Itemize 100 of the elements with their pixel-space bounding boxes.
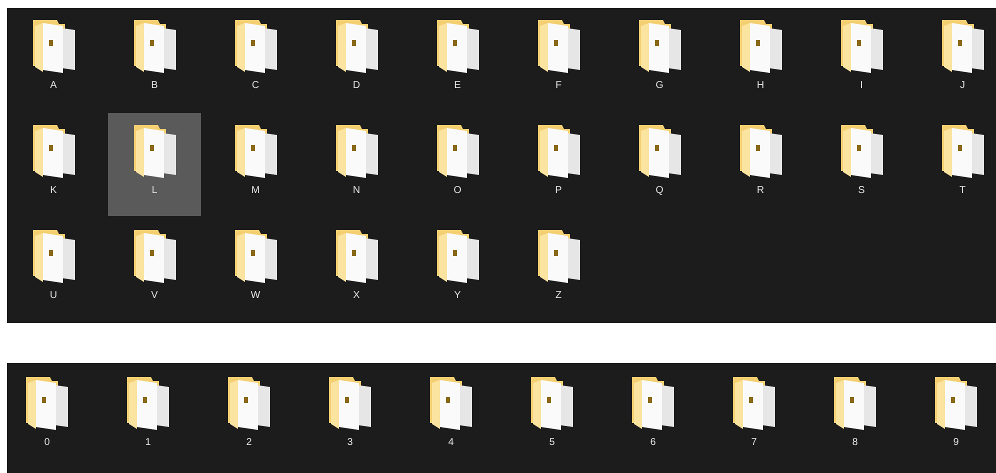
folder-icon xyxy=(334,228,380,284)
folder-item[interactable]: X xyxy=(310,218,403,321)
folder-name: Q xyxy=(656,185,664,197)
folder-name: 1 xyxy=(145,437,151,449)
folder-item[interactable]: 8 xyxy=(815,363,895,466)
folder-item[interactable]: A xyxy=(7,8,100,111)
folder-name: N xyxy=(352,185,360,197)
folder-icon xyxy=(838,18,884,74)
folder-name: Z xyxy=(555,290,562,302)
folder-name: K xyxy=(50,185,57,197)
folder-name: B xyxy=(151,80,158,92)
folder-item[interactable]: Y xyxy=(411,218,504,321)
folder-item[interactable]: R xyxy=(714,113,807,216)
folder-icon xyxy=(940,123,986,179)
folder-item[interactable]: K xyxy=(7,113,100,216)
folder-icon xyxy=(940,18,986,74)
folder-item[interactable]: M xyxy=(209,113,302,216)
folder-icon xyxy=(24,375,70,431)
folder-item[interactable]: 4 xyxy=(411,363,491,466)
folder-name: 9 xyxy=(953,437,959,449)
folder-name: Y xyxy=(454,290,461,302)
folder-name: H xyxy=(756,80,764,92)
folder-name: D xyxy=(352,80,360,92)
folder-item[interactable]: U xyxy=(7,218,100,321)
folder-name: 0 xyxy=(44,437,50,449)
folder-item[interactable]: W xyxy=(209,218,302,321)
folder-name: T xyxy=(959,185,966,197)
folder-name: C xyxy=(252,80,260,92)
folder-item[interactable]: 5 xyxy=(512,363,592,466)
folder-icon xyxy=(334,123,380,179)
folder-name: G xyxy=(656,80,664,92)
folder-name: J xyxy=(960,80,965,92)
folder-item[interactable]: H xyxy=(714,8,807,111)
folder-icon xyxy=(630,375,676,431)
folder-icon xyxy=(125,375,171,431)
folder-item[interactable]: S xyxy=(815,113,908,216)
folder-name: 2 xyxy=(246,437,252,449)
folder-icon xyxy=(30,123,76,179)
folder-item[interactable]: T xyxy=(916,113,996,216)
folder-name: V xyxy=(151,290,158,302)
folder-icon xyxy=(226,375,272,431)
folder-item[interactable]: 1 xyxy=(108,363,188,466)
folder-name: E xyxy=(454,80,461,92)
folder-item[interactable]: N xyxy=(310,113,403,216)
folder-icon xyxy=(933,375,979,431)
folder-icon xyxy=(132,123,178,179)
folder-name: A xyxy=(50,80,57,92)
folder-item[interactable]: E xyxy=(411,8,504,111)
folder-icon xyxy=(731,375,777,431)
folder-name: U xyxy=(50,290,58,302)
folder-icon xyxy=(232,18,278,74)
folder-item[interactable]: 0 xyxy=(7,363,87,466)
folder-item[interactable]: 9 xyxy=(916,363,996,466)
folder-item[interactable]: D xyxy=(310,8,403,111)
folder-item[interactable]: Z xyxy=(512,218,605,321)
folder-icon xyxy=(434,228,480,284)
folder-icon xyxy=(536,18,582,74)
folder-name: 6 xyxy=(650,437,656,449)
folder-icon xyxy=(232,123,278,179)
folder-icon xyxy=(536,123,582,179)
folder-icon xyxy=(529,375,575,431)
folder-icon xyxy=(434,18,480,74)
folder-name: 3 xyxy=(347,437,353,449)
folder-icon xyxy=(838,123,884,179)
folder-icon xyxy=(30,228,76,284)
folder-item[interactable]: 6 xyxy=(613,363,693,466)
folder-item[interactable]: L xyxy=(108,113,201,216)
folder-item[interactable]: G xyxy=(613,8,706,111)
folder-icon xyxy=(738,123,784,179)
folder-icon xyxy=(636,18,682,74)
folder-item[interactable]: 7 xyxy=(714,363,794,466)
folder-name: 5 xyxy=(549,437,555,449)
folder-icon xyxy=(334,18,380,74)
folder-icon xyxy=(636,123,682,179)
folder-name: S xyxy=(858,185,865,197)
folder-name: 8 xyxy=(852,437,858,449)
folder-name: R xyxy=(756,185,764,197)
folder-name: I xyxy=(860,80,863,92)
folder-icon xyxy=(132,18,178,74)
folder-item[interactable]: I xyxy=(815,8,908,111)
folder-name: L xyxy=(152,185,158,197)
folder-item[interactable]: J xyxy=(916,8,996,111)
folder-name: 7 xyxy=(751,437,757,449)
folder-item[interactable]: B xyxy=(108,8,201,111)
folder-item[interactable]: Q xyxy=(613,113,706,216)
folder-name: X xyxy=(353,290,360,302)
folder-item[interactable]: F xyxy=(512,8,605,111)
folder-item[interactable]: 2 xyxy=(209,363,289,466)
folder-name: O xyxy=(454,185,462,197)
folder-name: M xyxy=(251,185,260,197)
folder-item[interactable]: P xyxy=(512,113,605,216)
folder-icon xyxy=(327,375,373,431)
folder-item[interactable]: V xyxy=(108,218,201,321)
folder-name: P xyxy=(555,185,562,197)
folder-icon xyxy=(832,375,878,431)
folder-item[interactable]: 3 xyxy=(310,363,390,466)
folder-item[interactable]: O xyxy=(411,113,504,216)
folder-icon xyxy=(738,18,784,74)
folder-icon xyxy=(536,228,582,284)
folder-item[interactable]: C xyxy=(209,8,302,111)
